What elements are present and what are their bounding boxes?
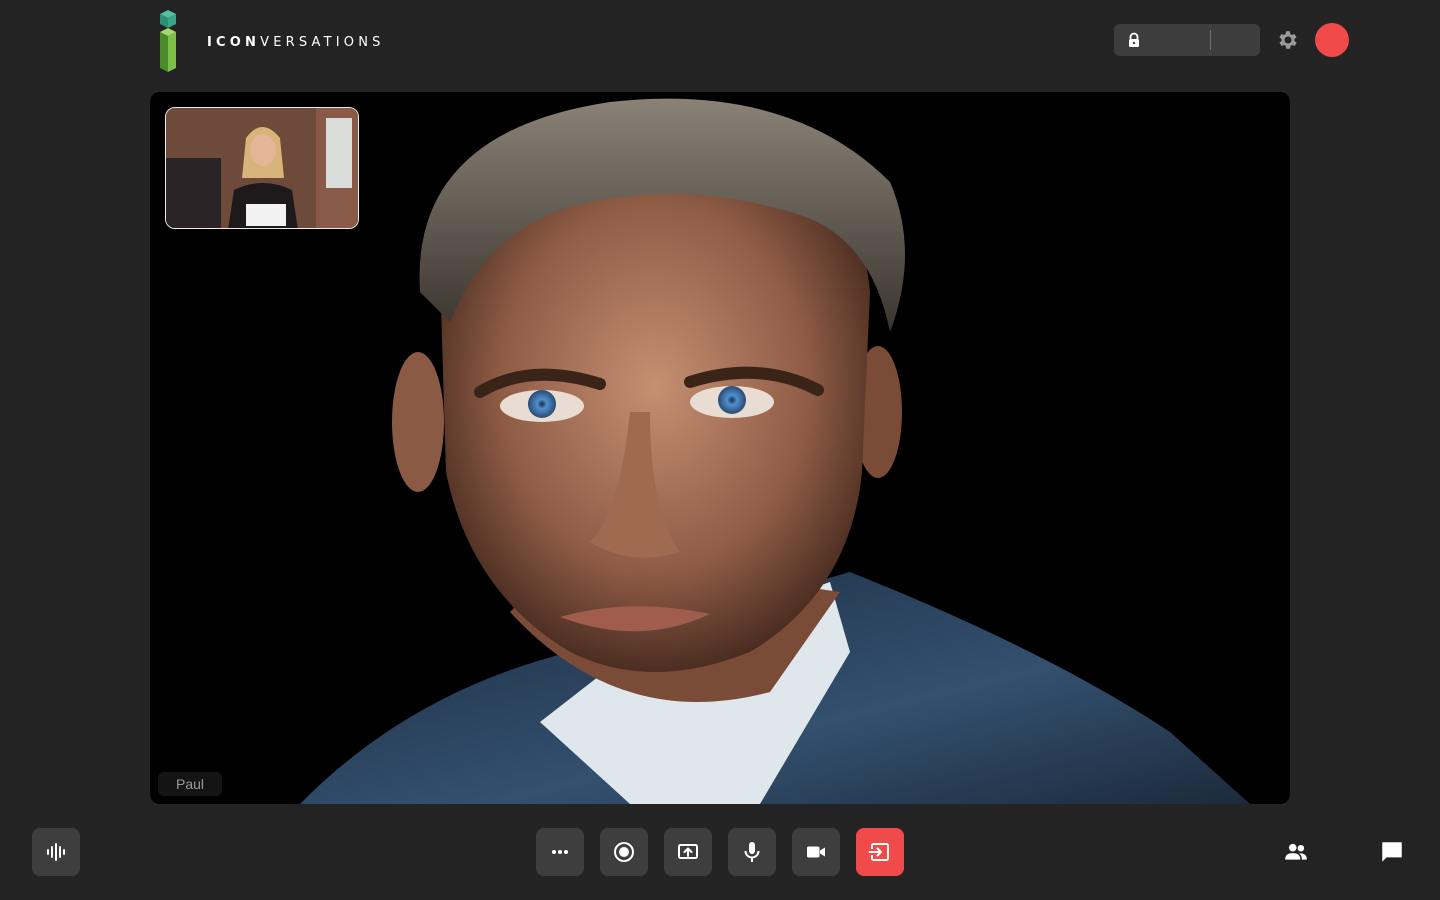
share-screen-button[interactable] (664, 828, 712, 876)
audio-waveform-button[interactable] (32, 828, 80, 876)
share-screen-icon (678, 844, 698, 859)
camera-icon (807, 846, 825, 858)
chat-icon (1382, 842, 1402, 862)
brand-name: ICONVERSATIONS (207, 35, 385, 50)
more-options-button[interactable] (536, 828, 584, 876)
camera-button[interactable] (792, 828, 840, 876)
room-info-pill[interactable] (1114, 24, 1260, 56)
more-icon (552, 850, 568, 854)
logo-mark-icon (160, 10, 176, 72)
video-call-app: ICONVERSATIONS Paul (0, 0, 1440, 900)
lock-icon (1129, 32, 1139, 47)
brand-logo: ICONVERSATIONS (156, 10, 380, 74)
gear-icon[interactable] (1276, 28, 1300, 52)
participant-name-tag: Paul (158, 772, 223, 796)
leave-call-button[interactable] (856, 828, 904, 876)
waveform-icon (47, 843, 65, 861)
record-icon (614, 842, 634, 862)
participants-icon (1285, 843, 1307, 860)
chat-button[interactable] (1376, 836, 1408, 868)
microphone-icon (744, 842, 760, 862)
record-button[interactable] (600, 828, 648, 876)
self-view-image (166, 108, 358, 228)
self-view-thumbnail[interactable] (165, 107, 359, 229)
brand-name-bold: ICON (207, 35, 261, 50)
leave-icon (868, 843, 889, 861)
user-avatar[interactable] (1315, 23, 1349, 57)
room-pill-divider (1210, 30, 1211, 50)
brand-name-light: VERSATIONS (260, 35, 385, 50)
microphone-button[interactable] (728, 828, 776, 876)
participants-button[interactable] (1280, 836, 1312, 868)
